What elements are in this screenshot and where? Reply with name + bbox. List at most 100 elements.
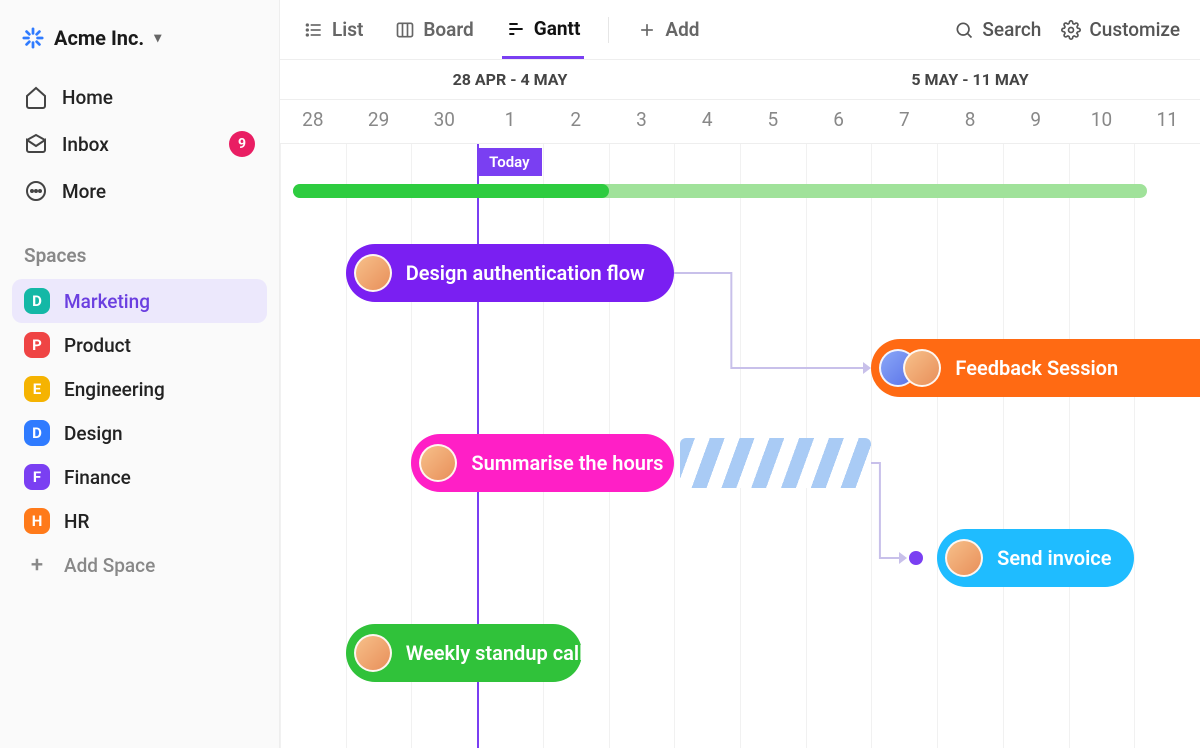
day-header-cell: 3 [609,100,675,143]
week-header-cell: 5 MAY - 11 MAY [740,60,1200,99]
day-header-cell: 28 [280,100,346,143]
space-icon: D [24,420,50,446]
avatar [419,444,457,482]
board-icon [395,20,415,40]
task-label: Weekly standup call [406,641,585,665]
arrowhead-icon [899,552,907,564]
gear-icon [1061,20,1081,40]
tab-list-label: List [332,18,363,41]
plus-icon [637,20,657,40]
sidebar-space-design[interactable]: D Design [12,411,267,455]
space-label: Engineering [64,378,165,401]
task-bar[interactable]: Feedback Session [871,339,1200,397]
app-logo-icon [22,27,44,49]
space-label: Design [64,422,123,445]
grid-line [674,144,675,748]
nav-inbox[interactable]: Inbox 9 [12,122,267,166]
sidebar-space-product[interactable]: P Product [12,323,267,367]
dependency-connector [670,269,869,372]
add-view-button[interactable]: Add [633,2,703,57]
day-header-cell: 9 [1003,100,1069,143]
task-hatched-extension [680,438,871,488]
space-icon: E [24,376,50,402]
space-icon: P [24,332,50,358]
dependency-connector [867,459,905,562]
milestone-dot[interactable] [909,551,923,565]
tab-gantt[interactable]: Gantt [502,1,585,59]
arrowhead-icon [863,362,871,374]
day-header-cell: 4 [674,100,740,143]
nav-more-label: More [62,180,106,203]
tab-gantt-label: Gantt [534,17,581,40]
tab-board-label: Board [423,18,473,41]
day-header-cell: 30 [411,100,477,143]
spaces-heading: Spaces [12,238,267,279]
day-header-cell: 7 [871,100,937,143]
sidebar-space-marketing[interactable]: D Marketing [12,279,267,323]
grid-line [280,144,281,748]
sidebar-space-finance[interactable]: F Finance [12,455,267,499]
space-icon: H [24,508,50,534]
search-label: Search [982,18,1041,41]
grid-line [871,144,872,748]
nav-inbox-label: Inbox [62,133,109,156]
tab-list[interactable]: List [300,2,367,57]
grid-line [1134,144,1135,748]
today-label: Today [477,148,541,176]
main-area: List Board Gantt Add [280,0,1200,748]
gantt-chart[interactable]: 28 APR - 4 MAY5 MAY - 11 MAY 28293012345… [280,60,1200,748]
avatar [945,539,983,577]
day-header-cell: 6 [806,100,872,143]
nav-more[interactable]: More [12,170,267,212]
task-bar[interactable]: Design authentication flow [346,244,675,302]
task-label: Design authentication flow [406,261,645,285]
task-bar[interactable]: Summarise the hours [411,434,674,492]
space-icon: D [24,288,50,314]
sidebar-space-hr[interactable]: H HR [12,499,267,543]
search-button[interactable]: Search [954,18,1041,41]
avatar [354,634,392,672]
space-icon: F [24,464,50,490]
week-header-cell: 28 APR - 4 MAY [280,60,740,99]
day-header-cell: 29 [346,100,412,143]
space-label: Product [64,334,131,357]
avatar [903,349,941,387]
task-label: Feedback Session [955,356,1118,380]
progress-fill [293,184,608,198]
tab-board[interactable]: Board [391,2,477,57]
day-header-cell: 8 [937,100,1003,143]
chevron-down-icon: ▾ [154,30,161,46]
avatar [354,254,392,292]
customize-label: Customize [1089,18,1180,41]
task-bar[interactable]: Send invoice [937,529,1134,587]
add-space-label: Add Space [64,554,155,577]
task-bar[interactable]: Weekly standup call [346,624,583,682]
task-label: Send invoice [997,546,1111,570]
more-icon [24,179,48,203]
grid-line [1003,144,1004,748]
add-view-label: Add [665,18,699,41]
topbar: List Board Gantt Add [280,0,1200,60]
search-icon [954,20,974,40]
space-label: HR [64,510,89,533]
nav-home[interactable]: Home [12,76,267,118]
gantt-icon [506,19,526,39]
space-label: Marketing [64,290,150,313]
home-icon [24,85,48,109]
customize-button[interactable]: Customize [1061,18,1180,41]
task-label: Summarise the hours [471,451,663,475]
day-header-cell: 1 [477,100,543,143]
sidebar-space-engineering[interactable]: E Engineering [12,367,267,411]
add-space-button[interactable]: + Add Space [12,543,267,587]
day-header-cell: 2 [543,100,609,143]
grid-line [1069,144,1070,748]
inbox-icon [24,132,48,156]
day-header-cell: 11 [1134,100,1200,143]
grid-line [937,144,938,748]
topbar-divider [608,17,609,43]
day-header-cell: 5 [740,100,806,143]
space-label: Finance [64,466,131,489]
workspace-switcher[interactable]: Acme Inc. ▾ [12,18,267,58]
workspace-name: Acme Inc. [54,26,144,50]
list-icon [304,20,324,40]
